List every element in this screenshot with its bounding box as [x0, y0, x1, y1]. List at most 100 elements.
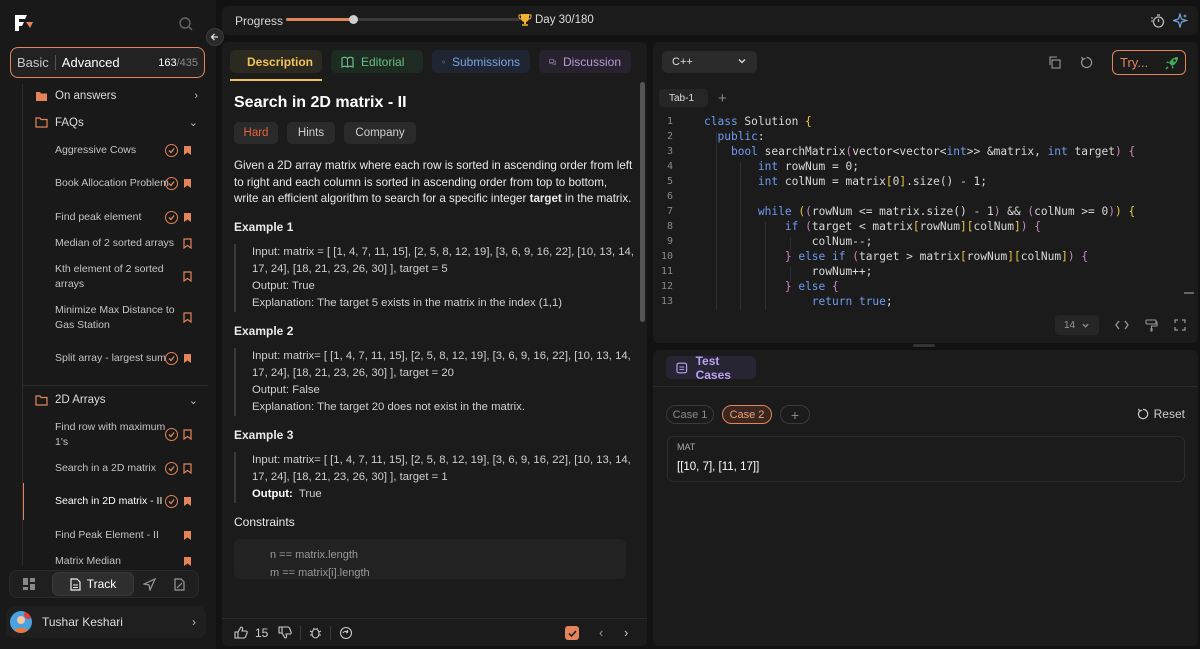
favorite-checkbox[interactable]	[565, 626, 579, 640]
tab-discussion[interactable]: Discussion	[539, 50, 631, 73]
example-title: Example 1	[234, 219, 294, 234]
mode-advanced[interactable]: Advanced	[56, 55, 120, 70]
day-label: Day 30/180	[535, 14, 594, 26]
bookmark-icon[interactable]	[183, 556, 192, 567]
language-select[interactable]: C++	[662, 51, 757, 73]
share-icon[interactable]	[339, 626, 353, 640]
panel-resize-handle[interactable]	[913, 344, 935, 347]
collapse-sidebar-button[interactable]	[206, 28, 224, 46]
sidebar-folder[interactable]: FAQs ⌄	[23, 108, 208, 137]
prev-problem-button[interactable]: ‹	[599, 625, 603, 640]
tab-test-cases[interactable]: Test Cases	[666, 354, 756, 382]
count-done: 163	[158, 56, 177, 69]
line-number: 3	[666, 146, 673, 157]
sidebar-problem-item[interactable]: Matrix Median	[23, 548, 208, 566]
notes-button[interactable]	[164, 571, 196, 597]
reset-code-icon[interactable]	[1080, 56, 1093, 69]
scrollbar[interactable]	[1184, 292, 1194, 294]
tab-submissions[interactable]: Submissions	[432, 50, 530, 73]
bookmark-icon[interactable]	[183, 462, 192, 474]
check-circle-icon[interactable]	[165, 177, 178, 190]
search-icon[interactable]	[178, 16, 194, 32]
user-profile[interactable]: Tushar Keshari ›	[6, 606, 206, 638]
dashboard-button[interactable]	[10, 571, 48, 597]
check-circle-icon[interactable]	[165, 495, 178, 508]
mode-basic[interactable]: Basic	[17, 55, 56, 70]
thumbs-down-icon[interactable]	[278, 626, 293, 639]
folder-label: 2D Arrays	[55, 394, 106, 406]
bookmark-icon[interactable]	[183, 212, 192, 223]
track-button[interactable]: Track	[52, 572, 134, 596]
reset-button[interactable]: Reset	[1137, 407, 1185, 421]
code-area[interactable]: 1 2 3 4 5 6 7 8 9 10 11 12 13 class Solu…	[653, 114, 1198, 310]
reset-label: Reset	[1153, 407, 1185, 421]
ai-sparkle-icon[interactable]	[1173, 13, 1188, 28]
sidebar-problem-item[interactable]: Minimize Max Distance to Gas Station	[23, 297, 208, 338]
timer-icon[interactable]	[1150, 13, 1166, 29]
problem-label: Kth element of 2 sorted arrays	[55, 262, 164, 290]
bug-icon[interactable]	[309, 626, 322, 639]
send-icon	[142, 577, 156, 591]
check-circle-icon[interactable]	[165, 461, 178, 475]
sidebar-problem-item[interactable]: Median of 2 sorted arrays	[23, 230, 208, 256]
check-circle-icon[interactable]	[165, 143, 178, 157]
line-number: 7	[666, 206, 673, 217]
bookmark-icon[interactable]	[183, 145, 192, 156]
divider	[330, 625, 332, 640]
hints-button[interactable]: Hints	[287, 122, 335, 144]
code-format-icon[interactable]	[1115, 319, 1129, 331]
sidebar-problem-item[interactable]: Find peak element	[23, 204, 208, 230]
case-tab-1[interactable]: Case 1	[666, 405, 714, 424]
sidebar-problem-item[interactable]: Kth element of 2 sorted arrays	[23, 256, 208, 297]
sidebar-problem-item[interactable]: Find row with maximum 1's	[23, 414, 208, 455]
add-tab-button[interactable]: +	[718, 90, 727, 107]
scrollbar[interactable]	[640, 82, 645, 322]
example-input: Input: matrix= [ [1, 4, 7, 11, 15], [2, …	[252, 453, 631, 483]
bookmark-icon[interactable]	[183, 353, 192, 364]
difficulty-badge: Hard	[234, 122, 278, 144]
case-tab-2[interactable]: Case 2	[722, 405, 772, 424]
mode-toggle[interactable]: Basic Advanced 163/435	[10, 47, 205, 78]
paint-roller-icon[interactable]	[1145, 318, 1158, 332]
navigate-button[interactable]	[134, 571, 164, 597]
check-circle-icon[interactable]	[165, 428, 178, 441]
sidebar-problem-item[interactable]: Split array - largest sum	[23, 338, 208, 379]
try-run-button[interactable]: Try...	[1112, 50, 1186, 75]
progress-knob	[348, 15, 358, 24]
bookmark-icon[interactable]	[183, 312, 192, 323]
line-number: 4	[666, 161, 673, 172]
tab-editorial[interactable]: Editorial	[331, 50, 423, 73]
constraints-title: Constraints	[234, 514, 295, 529]
code-tab-1[interactable]: Tab-1	[659, 89, 708, 107]
sidebar-problem-item[interactable]: Search in a 2D matrix	[23, 455, 208, 481]
sidebar-folder[interactable]: 2D Arrays ⌄	[23, 385, 208, 414]
input-value[interactable]: [[10, 7], [11, 17]]	[677, 461, 759, 473]
tab-description[interactable]: Description	[230, 50, 322, 73]
add-case-button[interactable]: +	[780, 405, 810, 424]
company-button[interactable]: Company	[344, 122, 416, 144]
fullscreen-icon[interactable]	[1174, 319, 1186, 331]
bookmark-icon[interactable]	[183, 271, 192, 282]
font-size-select[interactable]: 14	[1055, 315, 1099, 335]
app-logo[interactable]	[13, 13, 35, 33]
check-icon	[567, 629, 577, 637]
bookmark-icon[interactable]	[183, 429, 192, 440]
chevron-down-icon	[738, 59, 746, 64]
problem-label: Book Allocation Problem	[55, 177, 169, 189]
check-circle-icon[interactable]	[165, 352, 178, 365]
copy-icon[interactable]	[1048, 56, 1061, 69]
bookmark-icon[interactable]	[183, 237, 192, 249]
sidebar-problem-item[interactable]: Book Allocation Problem	[23, 163, 208, 204]
bookmark-icon[interactable]	[183, 530, 192, 541]
bookmark-icon[interactable]	[183, 496, 192, 507]
bookmark-icon[interactable]	[183, 178, 192, 189]
sidebar-folder[interactable]: On answers ›	[23, 84, 208, 108]
sidebar-problem-item[interactable]: Aggressive Cows	[23, 137, 208, 163]
thumbs-up-icon[interactable]	[234, 626, 248, 639]
output-value: True	[298, 487, 322, 500]
sidebar-problem-item[interactable]: Find Peak Element - II	[23, 522, 208, 548]
next-problem-button[interactable]: ›	[624, 625, 628, 640]
sidebar-problem-item[interactable]: Search in 2D matrix - II	[23, 481, 208, 522]
test-input-box[interactable]: MAT [[10, 7], [11, 17]]	[667, 436, 1185, 482]
check-circle-icon[interactable]	[165, 210, 178, 224]
